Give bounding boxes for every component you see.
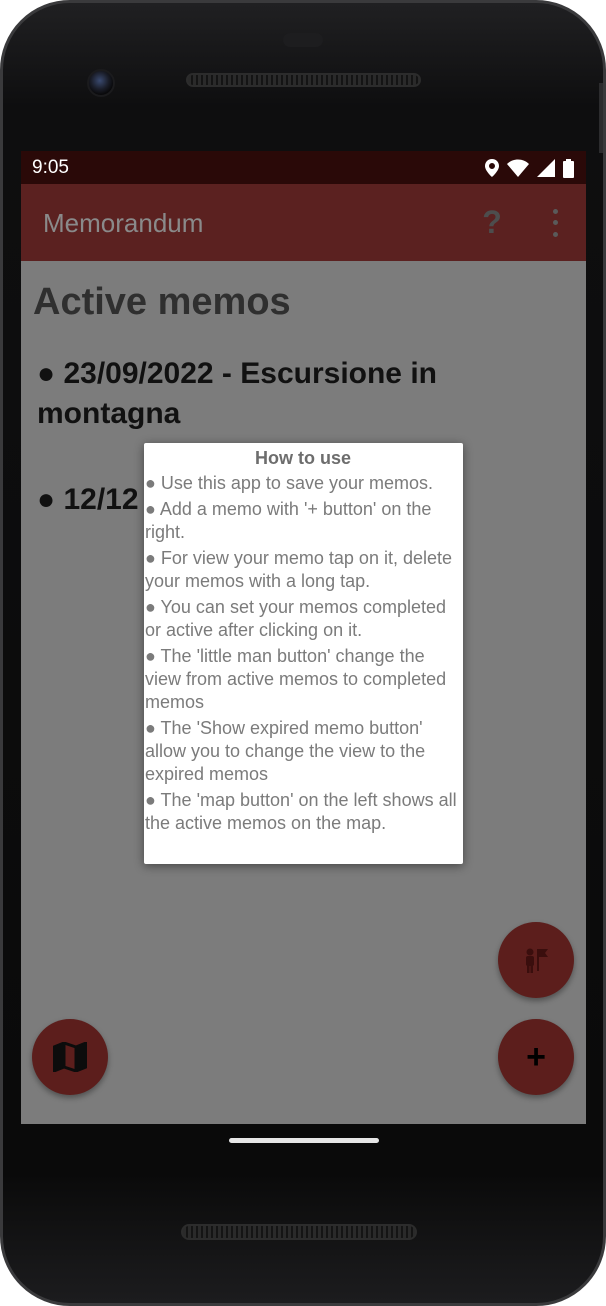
home-indicator[interactable] [229, 1138, 379, 1143]
more-vert-icon[interactable] [543, 206, 567, 240]
dialog-text-line: ● For view your memo tap on it, delete y… [145, 548, 453, 591]
dialog-text-line: ● Use this app to save your memos. [145, 473, 433, 493]
dialog-text-line: ● The 'little man button' change the vie… [145, 646, 447, 712]
dialog-title: How to use [254, 448, 351, 468]
plus-icon: + [526, 1038, 546, 1076]
map-icon [53, 1042, 87, 1072]
side-button [599, 83, 603, 153]
status-icons [485, 157, 574, 179]
dialog-text-line: ● The 'map button' on the left shows all… [145, 790, 457, 833]
status-time: 9:05 [32, 157, 69, 178]
dialog-text-line: ● You can set your memos completed or ac… [145, 597, 447, 640]
proximity-sensor [283, 33, 323, 47]
signal-icon [537, 159, 555, 177]
dialog-text-line: ● The 'Show expired memo button' allow y… [145, 718, 426, 784]
wifi-icon [507, 159, 529, 177]
status-bar: 9:05 [21, 151, 586, 184]
app-title: Memorandum [43, 208, 204, 238]
battery-icon [563, 158, 574, 178]
how-to-use-dialog: How to use ● Use this app to save your m… [144, 443, 463, 864]
map-button[interactable] [32, 1019, 108, 1095]
app-toolbar: Memorandum ? [21, 184, 586, 261]
location-icon [485, 159, 499, 177]
show-completed-button[interactable] [498, 922, 574, 998]
help-button[interactable]: ? [477, 202, 507, 242]
earpiece-speaker [186, 73, 421, 87]
person-flag-icon [526, 948, 548, 973]
bottom-speaker [181, 1224, 417, 1240]
dialog-text-line: ● Add a memo with '+ button' on the righ… [145, 499, 432, 542]
page-title: Active memos [33, 281, 291, 323]
front-camera [87, 69, 115, 97]
phone-frame: 9:05 Memorandum ? Active memos ● 23/09/2… [0, 0, 606, 1306]
memo-item[interactable]: ● 23/09/2022 - Escursione in montagna [37, 354, 557, 434]
add-memo-button[interactable]: + [498, 1019, 574, 1095]
